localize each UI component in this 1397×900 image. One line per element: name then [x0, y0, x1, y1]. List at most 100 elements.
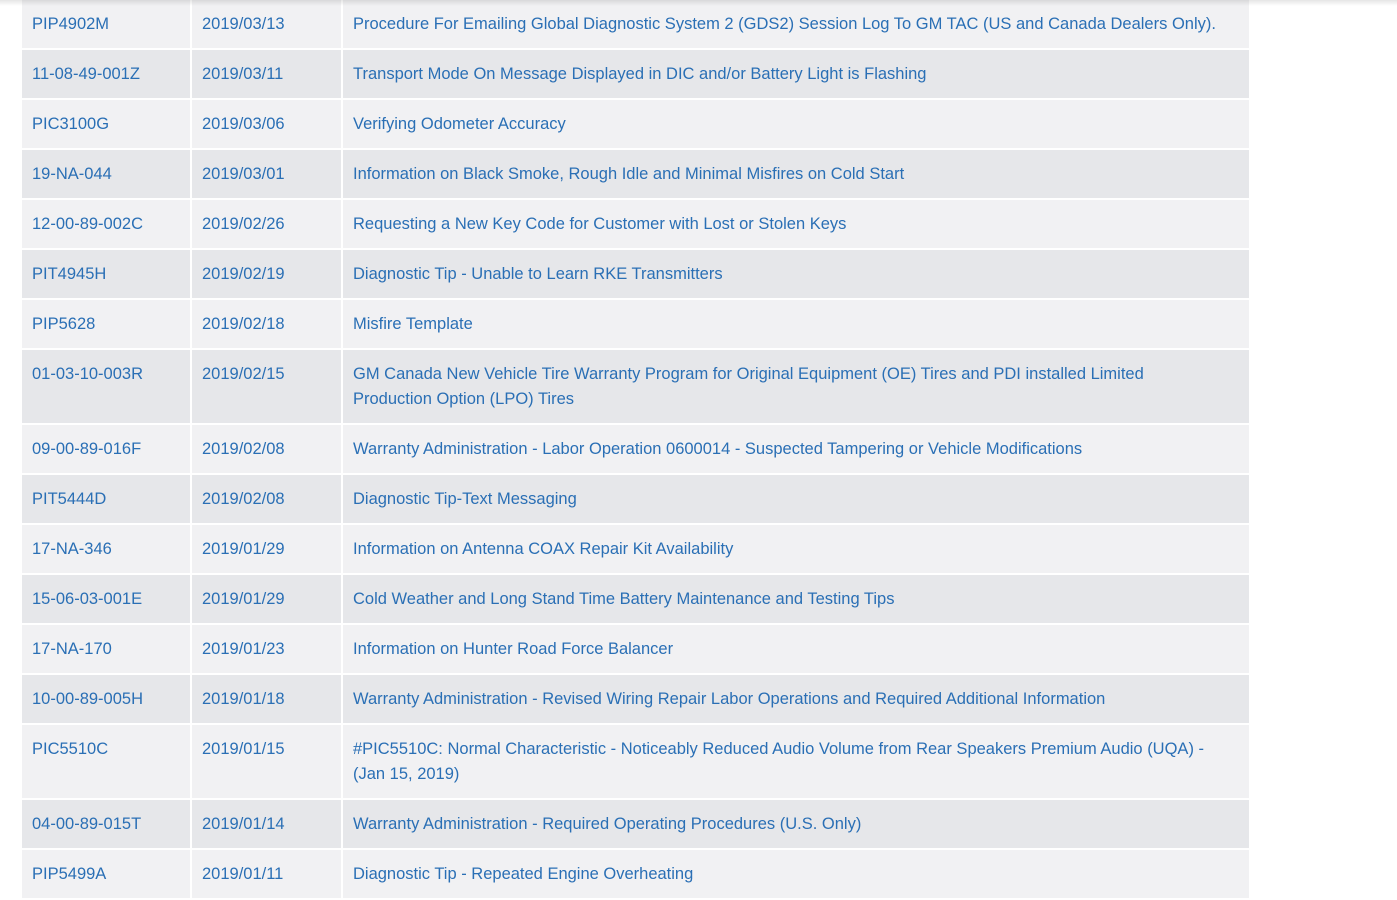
bulletin-date-cell: 2019/02/18 — [190, 299, 343, 350]
bulletin-title-link[interactable]: Warranty Administration - Revised Wiring… — [353, 690, 1105, 708]
bulletin-title-cell: Diagnostic Tip - Unable to Learn RKE Tra… — [341, 249, 1251, 300]
bulletin-date-link[interactable]: 2019/02/08 — [202, 490, 285, 508]
bulletin-title-cell: Information on Antenna COAX Repair Kit A… — [341, 524, 1251, 575]
bulletin-date-link[interactable]: 2019/02/15 — [202, 365, 285, 383]
bulletin-title-link[interactable]: Warranty Administration - Labor Operatio… — [353, 440, 1082, 458]
table-row: 19-NA-044 2019/03/01 Information on Blac… — [20, 149, 1251, 200]
bulletin-id-link[interactable]: PIP4902M — [32, 15, 109, 33]
table-row: PIT4945H 2019/02/19 Diagnostic Tip - Una… — [20, 249, 1251, 300]
table-row: 01-03-10-003R 2019/02/15 GM Canada New V… — [20, 349, 1251, 425]
bulletin-date-link[interactable]: 2019/02/26 — [202, 215, 285, 233]
bulletin-date-link[interactable]: 2019/03/01 — [202, 165, 285, 183]
bulletin-date-link[interactable]: 2019/01/11 — [202, 865, 283, 883]
bulletin-title-link[interactable]: Transport Mode On Message Displayed in D… — [353, 65, 927, 83]
bulletin-id-link[interactable]: PIT4945H — [32, 265, 106, 283]
bulletin-id-link[interactable]: PIP5499A — [32, 865, 106, 883]
bulletin-title-link[interactable]: Procedure For Emailing Global Diagnostic… — [353, 15, 1216, 33]
bulletin-id-cell: 10-00-89-005H — [20, 674, 192, 725]
bulletin-date-link[interactable]: 2019/01/29 — [202, 590, 285, 608]
bulletin-date-link[interactable]: 2019/02/08 — [202, 440, 285, 458]
bulletin-date-link[interactable]: 2019/01/18 — [202, 690, 285, 708]
bulletin-title-link[interactable]: Requesting a New Key Code for Customer w… — [353, 215, 846, 233]
bulletin-title-link[interactable]: Information on Antenna COAX Repair Kit A… — [353, 540, 733, 558]
bulletin-id-link[interactable]: PIC3100G — [32, 115, 109, 133]
table-row: 17-NA-170 2019/01/23 Information on Hunt… — [20, 624, 1251, 675]
bulletin-title-cell: Transport Mode On Message Displayed in D… — [341, 49, 1251, 100]
bulletin-title-link[interactable]: Diagnostic Tip - Repeated Engine Overhea… — [353, 865, 693, 883]
bulletin-title-cell: #PIC5510C: Normal Characteristic - Notic… — [341, 724, 1251, 800]
bulletin-id-link[interactable]: 10-00-89-005H — [32, 690, 143, 708]
bulletin-date-cell: 2019/03/11 — [190, 49, 343, 100]
bulletin-id-link[interactable]: PIT5444D — [32, 490, 106, 508]
bulletin-id-link[interactable]: 01-03-10-003R — [32, 365, 143, 383]
bulletin-id-cell: PIP5628 — [20, 299, 192, 350]
bulletin-title-link[interactable]: Information on Hunter Road Force Balance… — [353, 640, 673, 658]
bulletin-date-link[interactable]: 2019/03/06 — [202, 115, 285, 133]
bulletin-id-cell: PIC3100G — [20, 99, 192, 150]
bulletin-title-cell: Diagnostic Tip - Repeated Engine Overhea… — [341, 849, 1251, 900]
table-row: PIC5510C 2019/01/15 #PIC5510C: Normal Ch… — [20, 724, 1251, 800]
bulletin-date-link[interactable]: 2019/01/29 — [202, 540, 285, 558]
bulletin-date-link[interactable]: 2019/02/18 — [202, 315, 285, 333]
table-row: PIP5499A 2019/01/11 Diagnostic Tip - Rep… — [20, 849, 1251, 900]
bulletin-date-cell: 2019/02/15 — [190, 349, 343, 425]
table-row: PIP4902M 2019/03/13 Procedure For Emaili… — [20, 0, 1251, 50]
bulletin-date-cell: 2019/01/23 — [190, 624, 343, 675]
bulletin-id-cell: PIP5499A — [20, 849, 192, 900]
bulletin-id-cell: PIT4945H — [20, 249, 192, 300]
bulletin-title-link[interactable]: Diagnostic Tip-Text Messaging — [353, 490, 577, 508]
bulletin-date-cell: 2019/02/19 — [190, 249, 343, 300]
bulletin-id-link[interactable]: 17-NA-346 — [32, 540, 112, 558]
bulletin-date-link[interactable]: 2019/01/23 — [202, 640, 285, 658]
bulletin-date-link[interactable]: 2019/01/14 — [202, 815, 285, 833]
table-row: 10-00-89-005H 2019/01/18 Warranty Admini… — [20, 674, 1251, 725]
bulletin-date-cell: 2019/03/06 — [190, 99, 343, 150]
bulletin-id-link[interactable]: 04-00-89-015T — [32, 815, 141, 833]
bulletin-id-cell: PIC5510C — [20, 724, 192, 800]
table-row: 11-08-49-001Z 2019/03/11 Transport Mode … — [20, 49, 1251, 100]
bulletin-id-cell: 12-00-89-002C — [20, 199, 192, 250]
bulletin-date-cell: 2019/02/08 — [190, 424, 343, 475]
bulletin-id-cell: 17-NA-170 — [20, 624, 192, 675]
bulletin-title-cell: Misfire Template — [341, 299, 1251, 350]
bulletin-id-link[interactable]: 15-06-03-001E — [32, 590, 142, 608]
bulletin-title-link[interactable]: Warranty Administration - Required Opera… — [353, 815, 861, 833]
bulletin-id-link[interactable]: 11-08-49-001Z — [32, 65, 140, 83]
table-row: 09-00-89-016F 2019/02/08 Warranty Admini… — [20, 424, 1251, 475]
bulletin-table-container: PIP4902M 2019/03/13 Procedure For Emaili… — [20, 0, 1251, 900]
top-shadow — [0, 0, 1397, 6]
table-row: PIP5628 2019/02/18 Misfire Template — [20, 299, 1251, 350]
bulletin-date-cell: 2019/01/29 — [190, 574, 343, 625]
bulletin-id-link[interactable]: 09-00-89-016F — [32, 440, 141, 458]
bulletin-table: PIP4902M 2019/03/13 Procedure For Emaili… — [20, 0, 1251, 900]
bulletin-date-cell: 2019/03/13 — [190, 0, 343, 50]
bulletin-title-link[interactable]: Diagnostic Tip - Unable to Learn RKE Tra… — [353, 265, 723, 283]
bulletin-id-cell: 09-00-89-016F — [20, 424, 192, 475]
bulletin-id-link[interactable]: 19-NA-044 — [32, 165, 112, 183]
bulletin-title-link[interactable]: Misfire Template — [353, 315, 473, 333]
bulletin-title-cell: GM Canada New Vehicle Tire Warranty Prog… — [341, 349, 1251, 425]
bulletin-id-link[interactable]: PIP5628 — [32, 315, 95, 333]
bulletin-date-cell: 2019/01/11 — [190, 849, 343, 900]
bulletin-id-link[interactable]: 12-00-89-002C — [32, 215, 143, 233]
table-row: 17-NA-346 2019/01/29 Information on Ante… — [20, 524, 1251, 575]
bulletin-title-link[interactable]: Cold Weather and Long Stand Time Battery… — [353, 590, 894, 608]
bulletin-date-link[interactable]: 2019/01/15 — [202, 740, 285, 758]
bulletin-date-link[interactable]: 2019/03/11 — [202, 65, 283, 83]
bulletin-title-link[interactable]: GM Canada New Vehicle Tire Warranty Prog… — [353, 365, 1144, 408]
bulletin-date-link[interactable]: 2019/02/19 — [202, 265, 285, 283]
bulletin-title-link[interactable]: Verifying Odometer Accuracy — [353, 115, 566, 133]
bulletin-title-link[interactable]: Information on Black Smoke, Rough Idle a… — [353, 165, 904, 183]
bulletin-id-link[interactable]: 17-NA-170 — [32, 640, 112, 658]
bulletin-date-cell: 2019/01/18 — [190, 674, 343, 725]
table-row: PIT5444D 2019/02/08 Diagnostic Tip-Text … — [20, 474, 1251, 525]
bulletin-id-link[interactable]: PIC5510C — [32, 740, 108, 758]
bulletin-date-link[interactable]: 2019/03/13 — [202, 15, 285, 33]
bulletin-id-cell: 04-00-89-015T — [20, 799, 192, 850]
bulletin-title-link[interactable]: #PIC5510C: Normal Characteristic - Notic… — [353, 740, 1204, 783]
bulletin-date-cell: 2019/02/26 — [190, 199, 343, 250]
bulletin-id-cell: 19-NA-044 — [20, 149, 192, 200]
bulletin-title-cell: Information on Black Smoke, Rough Idle a… — [341, 149, 1251, 200]
bulletin-title-cell: Diagnostic Tip-Text Messaging — [341, 474, 1251, 525]
bulletin-date-cell: 2019/01/14 — [190, 799, 343, 850]
